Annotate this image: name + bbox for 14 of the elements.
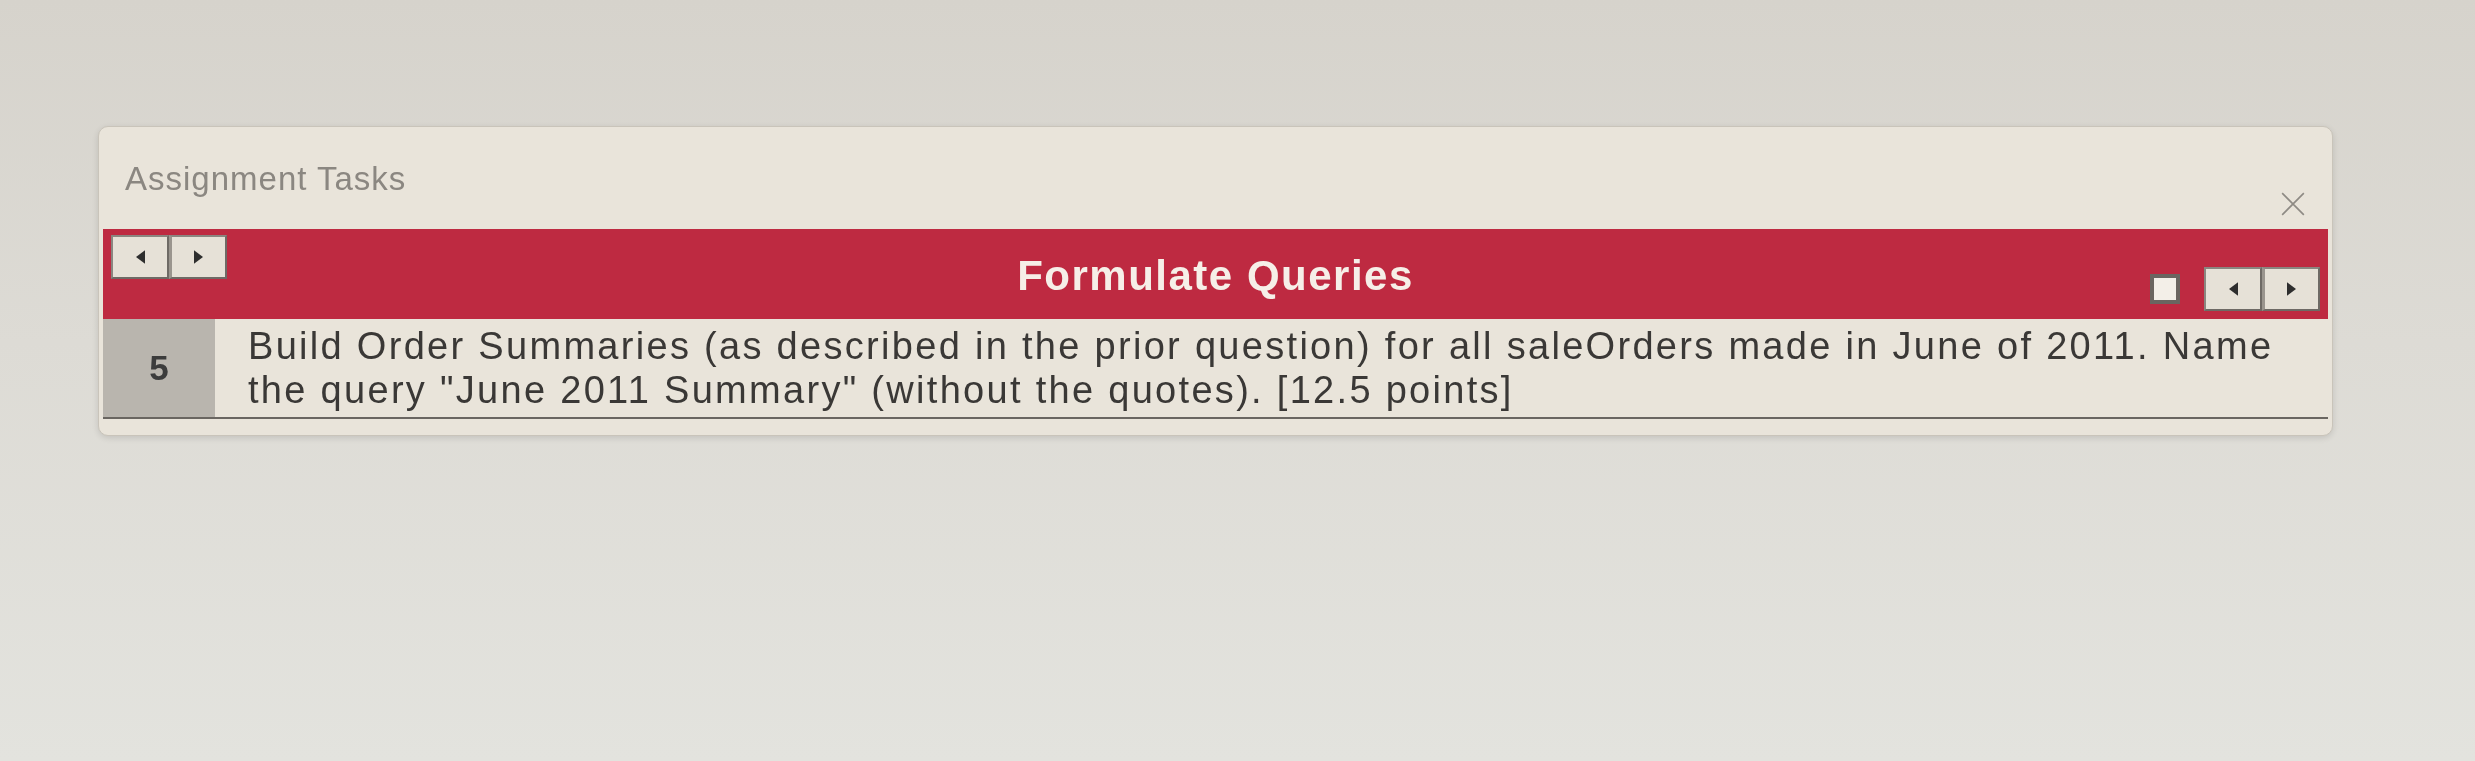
left-triangle-icon xyxy=(135,250,145,264)
section-title: Formulate Queries xyxy=(1017,252,1414,300)
previous-button[interactable] xyxy=(2204,267,2262,311)
next-button[interactable] xyxy=(2262,267,2320,311)
window-title: Assignment Tasks xyxy=(125,160,407,198)
previous-button[interactable] xyxy=(111,235,169,279)
close-icon[interactable] xyxy=(2280,191,2306,217)
right-triangle-icon xyxy=(194,250,203,264)
next-button[interactable] xyxy=(169,235,227,279)
question-text: Build Order Summaries (as described in the prior question) for all saleOrders made in June of 2011. Name the query "June 2011 Summary" (without the quotes). [12.5 points] xyxy=(247,324,2275,413)
left-triangle-icon xyxy=(2228,282,2238,296)
right-triangle-icon xyxy=(2287,282,2296,296)
square-icon[interactable] xyxy=(2150,274,2180,304)
question-number: 5 xyxy=(103,319,215,417)
